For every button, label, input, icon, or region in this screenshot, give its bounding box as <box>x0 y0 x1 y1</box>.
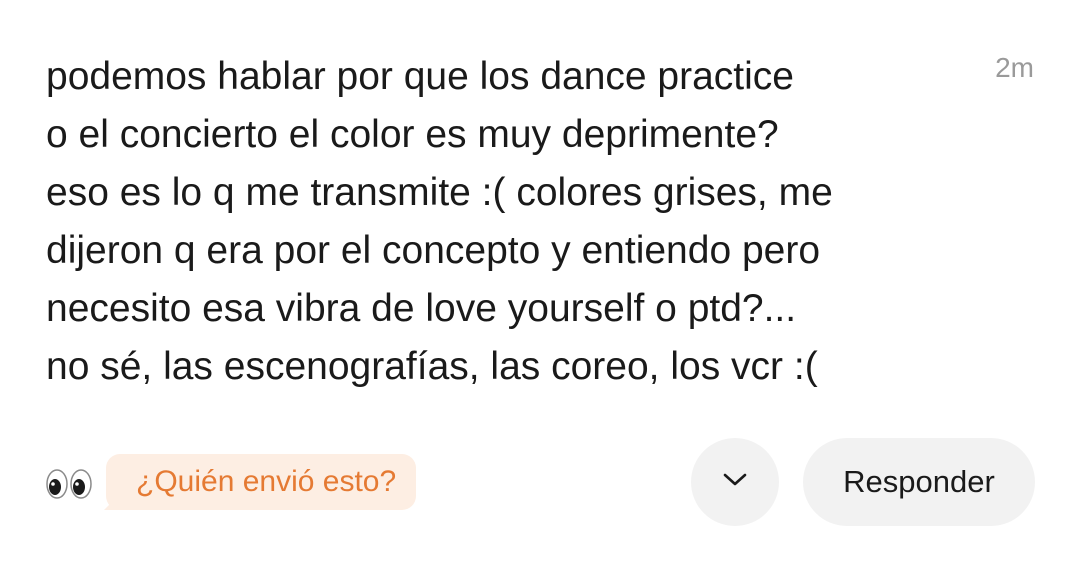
expand-button[interactable] <box>691 438 779 526</box>
message-footer: ¿Quién envió esto? Responder <box>0 436 1080 528</box>
chevron-down-icon <box>722 472 748 493</box>
reply-button[interactable]: Responder <box>803 438 1035 526</box>
message-card: podemos hablar por que los dance practic… <box>0 0 1080 584</box>
reply-button-label: Responder <box>843 464 995 499</box>
eyes-emoji-icon[interactable] <box>46 468 92 500</box>
message-timestamp: 2m <box>995 52 1034 83</box>
message-text: podemos hablar por que los dance practic… <box>46 55 833 388</box>
who-sent-label: ¿Quién envió esto? <box>136 465 397 498</box>
who-sent-button[interactable]: ¿Quién envió esto? <box>103 454 417 510</box>
